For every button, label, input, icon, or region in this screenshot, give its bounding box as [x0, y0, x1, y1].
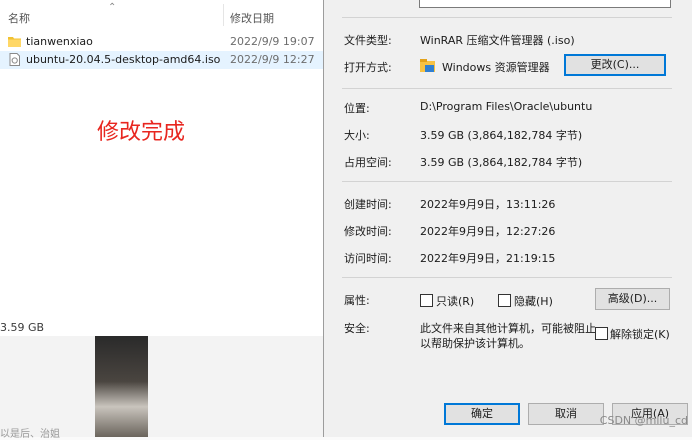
security-label: 安全: — [344, 322, 370, 335]
file-explorer: ⌃ 名称 修改日期 tianwenxiao 2022/9/9 19:07 ubu… — [0, 0, 323, 336]
ok-button[interactable]: 确定 — [444, 403, 520, 425]
file-date: 2022/9/9 12:27 — [230, 53, 315, 66]
file-type-label: 文件类型: — [344, 34, 392, 47]
file-date: 2022/9/9 19:07 — [230, 35, 315, 48]
hidden-checkbox[interactable] — [498, 294, 511, 307]
file-name-field[interactable] — [419, 0, 671, 8]
security-text-line1: 此文件来自其他计算机，可能被阻止 — [420, 322, 596, 335]
annotation-text: 修改完成 — [97, 120, 186, 145]
background-photo — [95, 336, 148, 437]
file-type-value: WinRAR 压缩文件管理器 (.iso) — [420, 34, 575, 47]
divider — [342, 88, 672, 89]
column-divider[interactable] — [223, 4, 224, 26]
divider — [342, 17, 672, 18]
file-name: tianwenxiao — [26, 35, 93, 48]
status-bar-size: 3.59 GB — [0, 321, 45, 334]
open-with-label: 打开方式: — [344, 61, 392, 74]
attributes-label: 属性: — [344, 294, 370, 307]
sort-ascending-icon[interactable]: ⌃ — [108, 2, 116, 13]
unblock-checkbox[interactable] — [595, 327, 608, 340]
accessed-value: 2022年9月9日，21:19:15 — [420, 252, 556, 265]
column-header-date[interactable]: 修改日期 — [230, 10, 274, 26]
location-label: 位置: — [344, 102, 370, 115]
file-row-folder[interactable]: tianwenxiao 2022/9/9 19:07 — [0, 33, 323, 51]
size-label: 大小: — [344, 129, 370, 142]
location-value: D:\Program Files\Oracle\ubuntu — [420, 100, 593, 113]
change-button[interactable]: 更改(C)... — [564, 54, 666, 76]
created-value: 2022年9月9日，13:11:26 — [420, 198, 556, 211]
open-with-value: Windows 资源管理器 — [442, 61, 550, 74]
divider — [342, 181, 672, 182]
readonly-checkbox[interactable] — [420, 294, 433, 307]
iso-file-icon — [9, 53, 20, 66]
folder-icon — [8, 37, 21, 47]
properties-dialog: 文件类型: WinRAR 压缩文件管理器 (.iso) 打开方式: Window… — [323, 0, 692, 437]
advanced-button[interactable]: 高级(D)... — [595, 288, 670, 310]
background-caption: 以是后、治姐 — [0, 429, 60, 440]
size-on-disk-value: 3.59 GB (3,864,182,784 字节) — [420, 156, 583, 169]
size-on-disk-label: 占用空间: — [344, 156, 392, 169]
column-header-name[interactable]: 名称 — [8, 10, 30, 26]
file-explorer-app-icon — [420, 59, 435, 72]
watermark-text: CSDN @mllu_cd — [599, 414, 688, 427]
readonly-label[interactable]: 只读(R) — [436, 293, 474, 309]
security-text-line2: 以帮助保护该计算机。 — [420, 337, 530, 350]
modified-label: 修改时间: — [344, 225, 392, 238]
file-name: ubuntu-20.04.5-desktop-amd64.iso — [26, 53, 221, 66]
unblock-label[interactable]: 解除锁定(K) — [610, 326, 670, 342]
hidden-label[interactable]: 隐藏(H) — [514, 293, 553, 309]
divider — [342, 277, 672, 278]
size-value: 3.59 GB (3,864,182,784 字节) — [420, 129, 583, 142]
file-row-iso[interactable]: ubuntu-20.04.5-desktop-amd64.iso 2022/9/… — [0, 51, 323, 69]
modified-value: 2022年9月9日，12:27:26 — [420, 225, 556, 238]
background-area — [0, 336, 323, 437]
cancel-button[interactable]: 取消 — [528, 403, 604, 425]
created-label: 创建时间: — [344, 198, 392, 211]
accessed-label: 访问时间: — [344, 252, 392, 265]
